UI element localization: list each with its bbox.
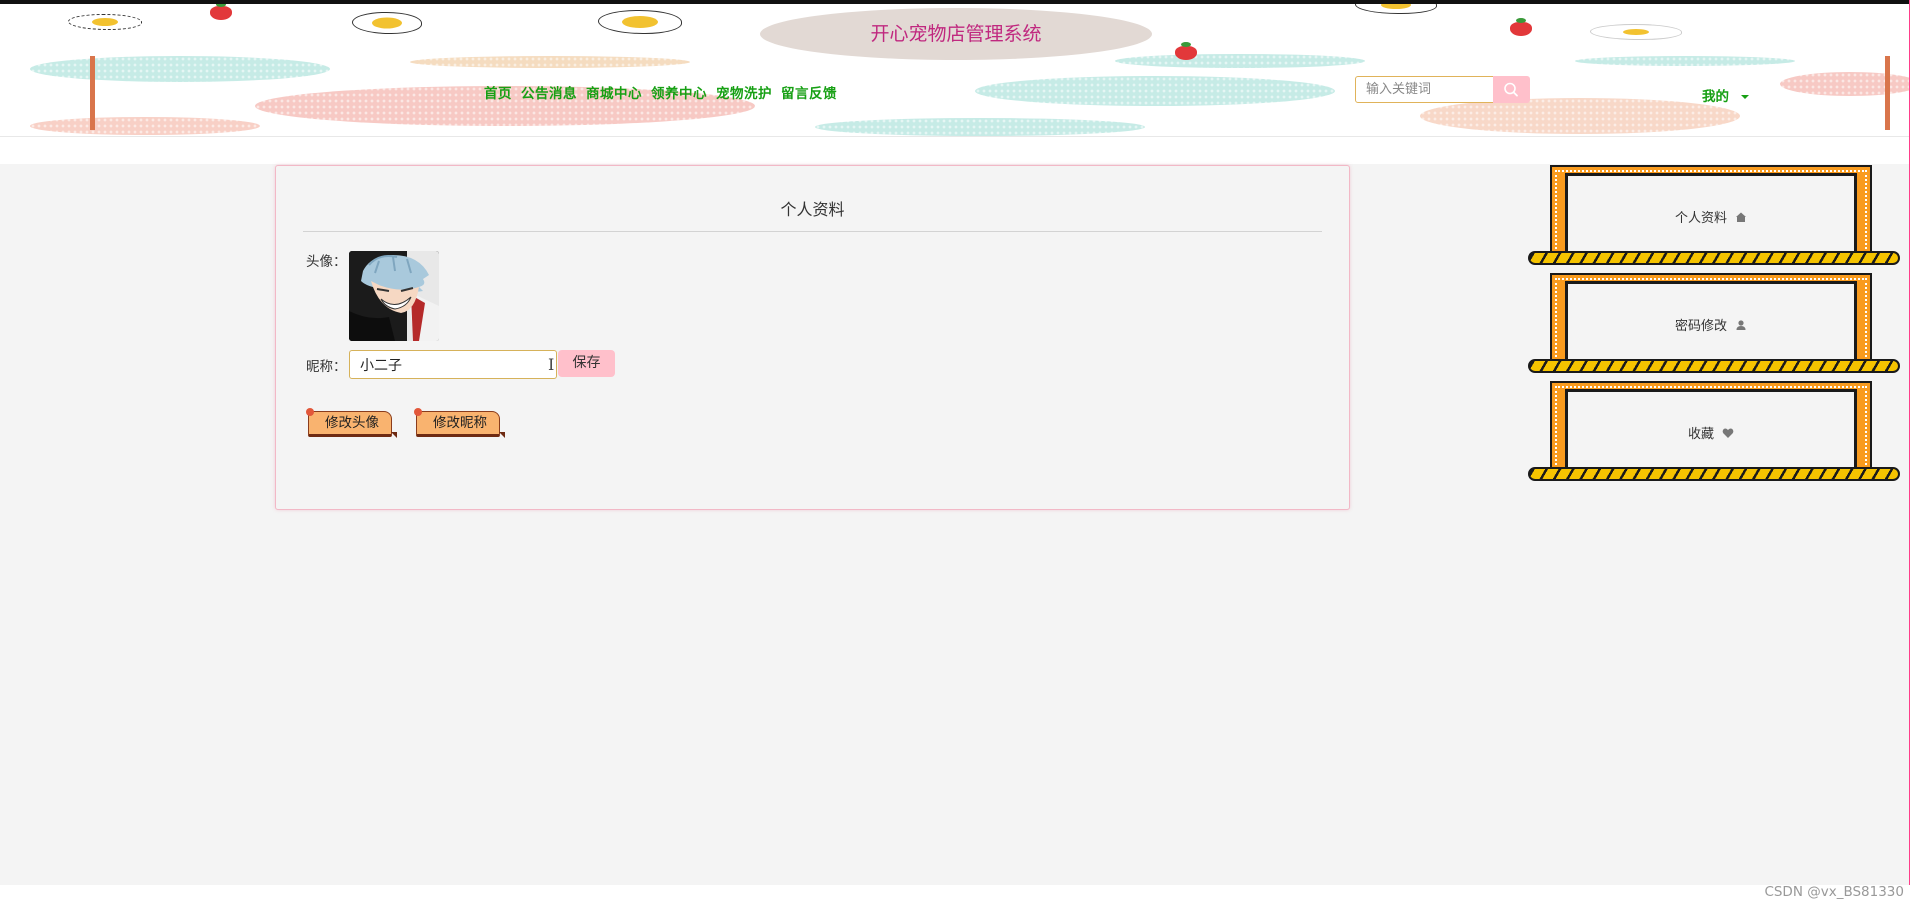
search-icon <box>1504 82 1518 97</box>
sidebar-item-profile[interactable]: 个人资料 <box>1528 165 1900 265</box>
sidebar-item-inner: 个人资料 <box>1565 173 1857 257</box>
decor-cloud <box>975 76 1335 106</box>
sidebar-stripe-bar <box>1528 467 1900 481</box>
site-header: 开心宠物店管理系统 首页 公告消息 商城中心 领养中心 宠物洗护 留言反馈 我的 <box>0 4 1920 137</box>
header-spacer <box>0 137 1920 164</box>
user-menu-label: 我的 <box>1702 89 1729 105</box>
change-avatar-button[interactable]: 修改头像 <box>306 408 397 438</box>
decor-cloud <box>410 56 690 68</box>
decor-strawberry <box>210 4 232 20</box>
nav-announcements[interactable]: 公告消息 <box>521 82 577 102</box>
decor-egg <box>1590 24 1682 40</box>
sidebar-item-label: 个人资料 <box>1674 211 1727 226</box>
decor-strawberry <box>1175 42 1197 60</box>
decor-cloud <box>1420 98 1740 134</box>
decor-pole <box>1885 56 1890 130</box>
nav-pet-grooming[interactable]: 宠物洗护 <box>716 82 772 102</box>
nav-shop[interactable]: 商城中心 <box>586 82 642 102</box>
sidebar-item-inner: 密码修改 <box>1565 281 1857 365</box>
scrollbar[interactable] <box>1909 0 1920 904</box>
site-title: 开心宠物店管理系统 <box>760 8 1152 60</box>
search-input[interactable] <box>1355 76 1503 103</box>
chevron-down-icon <box>1741 95 1749 99</box>
sidebar-stripe-bar <box>1528 251 1900 265</box>
heart-icon <box>1722 427 1734 438</box>
sidebar-item-label: 收藏 <box>1687 427 1714 442</box>
decor-cloud <box>30 56 330 82</box>
nav-adoption[interactable]: 领养中心 <box>651 82 707 102</box>
decor-cloud <box>1575 56 1795 66</box>
user-menu-dropdown[interactable]: 我的 <box>1702 85 1749 105</box>
decor-cloud <box>815 118 1145 136</box>
decor-cloud <box>1115 54 1365 68</box>
nav-home[interactable]: 首页 <box>484 82 512 102</box>
avatar-label: 头像： <box>306 254 347 270</box>
nickname-label: 昵称： <box>306 359 347 375</box>
search-button[interactable] <box>1493 76 1530 103</box>
divider <box>303 231 1322 232</box>
footer <box>0 885 1920 904</box>
decor-strawberry <box>1510 18 1532 36</box>
sidebar-item-password[interactable]: 密码修改 <box>1528 273 1900 373</box>
sidebar-item-favorites[interactable]: 收藏 <box>1528 381 1900 481</box>
nav-feedback[interactable]: 留言反馈 <box>781 82 837 102</box>
sidebar-item-label: 密码修改 <box>1674 319 1727 334</box>
change-nickname-button[interactable]: 修改昵称 <box>414 408 505 438</box>
sidebar-item-inner: 收藏 <box>1565 389 1857 473</box>
avatar-image <box>349 251 439 341</box>
text-cursor-icon: I <box>548 355 555 374</box>
nickname-input[interactable] <box>349 350 557 379</box>
sidebar-stripe-bar <box>1528 359 1900 373</box>
user-icon <box>1736 319 1746 330</box>
decor-egg <box>598 10 682 34</box>
decor-egg <box>1355 4 1437 14</box>
decor-cloud <box>30 117 260 135</box>
save-button[interactable]: 保存 <box>558 350 615 377</box>
profile-panel: 个人资料 头像： 昵称： I 保存 修改头像 修改昵称 <box>275 165 1350 510</box>
panel-title: 个人资料 <box>780 200 845 219</box>
decor-pole <box>90 56 95 130</box>
decor-cloud <box>1780 72 1920 96</box>
home-icon <box>1736 212 1746 222</box>
watermark: CSDN @vx_BS81330 <box>1764 884 1904 900</box>
main-nav: 首页 公告消息 商城中心 领养中心 宠物洗护 留言反馈 <box>484 82 837 102</box>
decor-egg <box>352 12 422 34</box>
avatar[interactable] <box>349 251 439 341</box>
decor-egg <box>68 14 142 30</box>
